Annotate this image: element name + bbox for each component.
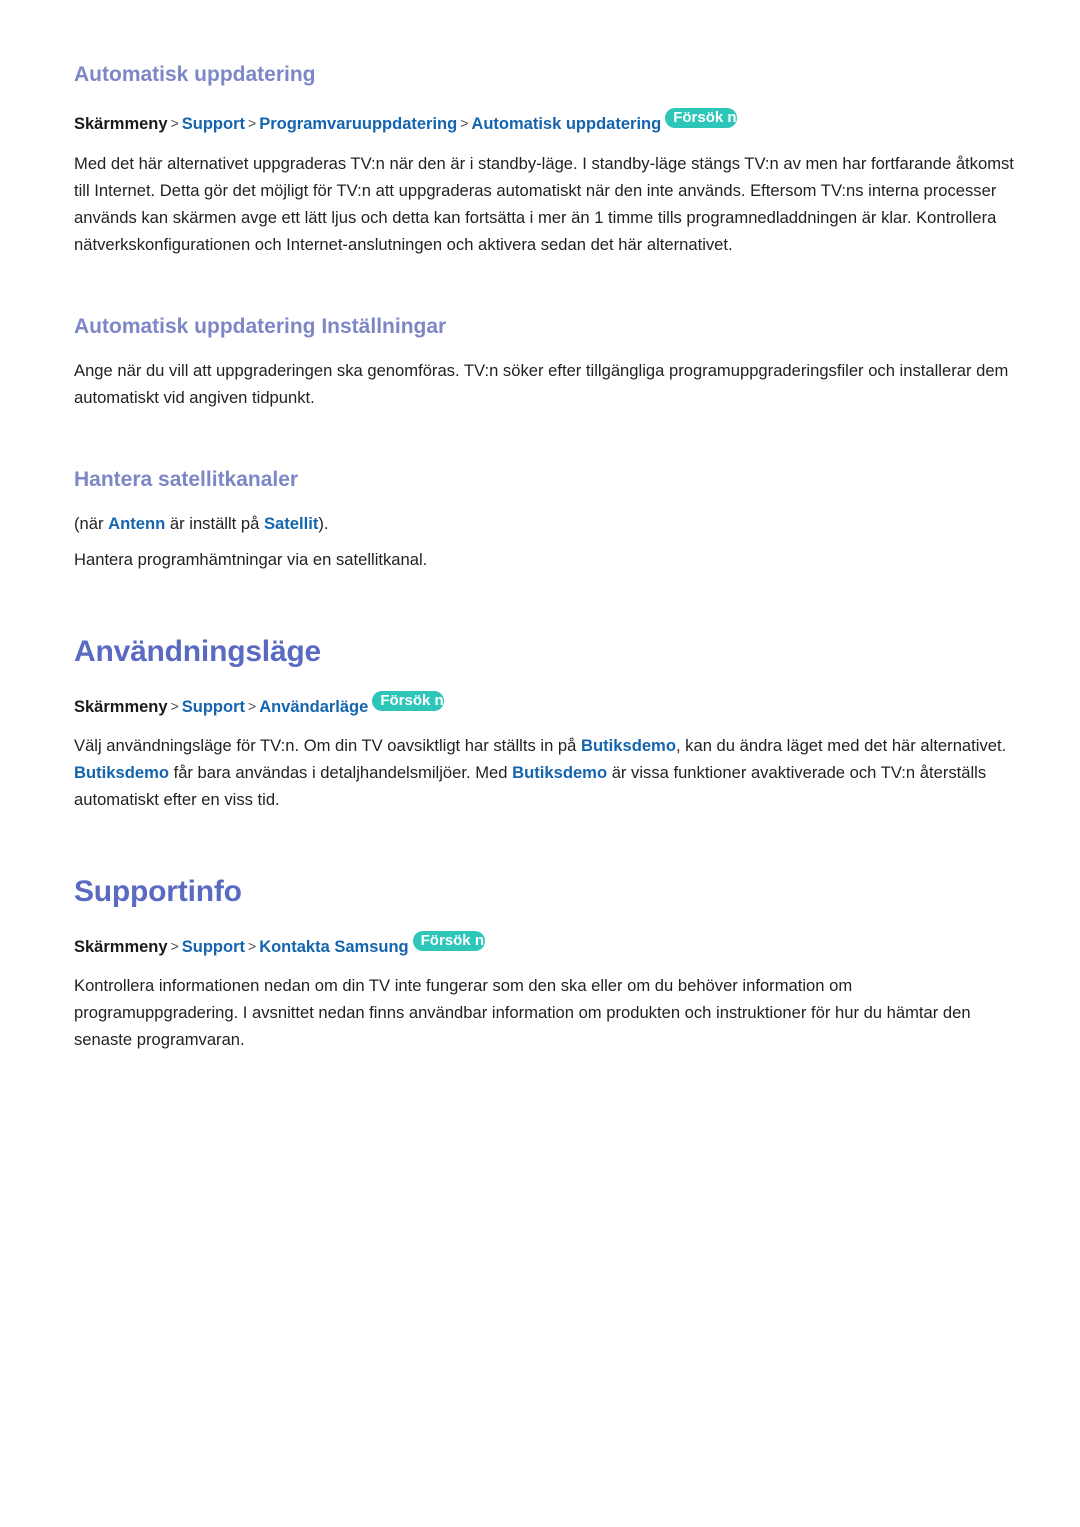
paragraph-part-1: Välj användningsläge för TV:n. Om din TV… bbox=[74, 736, 581, 756]
paragraph-part-3: får bara användas i detaljhandelsmiljöer… bbox=[168, 763, 513, 783]
link-antenn[interactable]: Antenn bbox=[108, 514, 165, 533]
highlight-butiksdemo-3[interactable]: Butiksdemo bbox=[512, 763, 607, 782]
condition-suffix: ). bbox=[318, 514, 329, 534]
breadcrumb-root: Skärmmeny bbox=[74, 697, 168, 716]
breadcrumb-root: Skärmmeny bbox=[74, 937, 168, 956]
try-now-badge[interactable]: Försök nu bbox=[412, 930, 485, 951]
breadcrumb-anvandningslage: Skärmmeny>Support>AnvändarlägeFörsök nu bbox=[74, 690, 1014, 718]
paragraph-supportinfo: Kontrollera informationen nedan om din T… bbox=[74, 976, 971, 1050]
heading-anvandningslage: Användningsläge bbox=[74, 635, 322, 669]
section-automatisk-uppdatering: Automatisk uppdatering Skärmmeny > Support… bbox=[74, 62, 1014, 258]
paragraph-automatisk-uppdatering-installningar: Ange när du vill att uppgraderingen ska … bbox=[74, 361, 1009, 407]
paragraph-part-2: , kan du ändra läget med det här alterna… bbox=[675, 736, 1007, 756]
breadcrumb-separator: > bbox=[460, 115, 469, 132]
breadcrumb-link-support[interactable]: Support bbox=[182, 938, 245, 956]
paragraph-satellit-villkor: (när Antenn är inställt på Satellit). bbox=[74, 510, 1014, 537]
try-now-badge[interactable]: Försök nu bbox=[372, 690, 445, 711]
paragraph-anvandningslage: Välj användningsläge för TV:n. Om din TV… bbox=[74, 732, 1014, 813]
breadcrumb-separator: > bbox=[170, 937, 179, 954]
highlight-butiksdemo-2[interactable]: Butiksdemo bbox=[74, 763, 169, 782]
breadcrumb-link-support[interactable]: Support bbox=[182, 115, 245, 133]
breadcrumb-link-support[interactable]: Support bbox=[182, 698, 245, 716]
breadcrumb-link-anvandarlage[interactable]: Användarläge bbox=[259, 698, 368, 716]
section-supportinfo: Supportinfo Skärmmeny > Support > Kontakta S… bbox=[74, 875, 1014, 1053]
heading-supportinfo: Supportinfo bbox=[74, 875, 242, 909]
document-page: Automatisk uppdatering Skärmmeny > Support… bbox=[0, 0, 1080, 1527]
try-now-badge[interactable]: Försök nu bbox=[665, 108, 738, 129]
link-satellit[interactable]: Satellit bbox=[264, 514, 318, 533]
breadcrumb-separator: > bbox=[248, 937, 257, 954]
condition-middle: är inställt på bbox=[165, 514, 264, 534]
heading-automatisk-uppdatering: Automatisk uppdatering bbox=[74, 63, 316, 86]
highlight-butiksdemo-1[interactable]: Butiksdemo bbox=[581, 736, 676, 755]
breadcrumb-link-automatisk-uppdatering[interactable]: Automatisk uppdatering bbox=[471, 115, 661, 133]
breadcrumb-separator: > bbox=[170, 115, 179, 132]
heading-automatisk-uppdatering-installningar: Automatisk uppdatering Inställningar bbox=[74, 314, 447, 338]
section-hantera-satellitkanaler: Hantera satellitkanaler (när Antenn är i… bbox=[74, 467, 1014, 573]
breadcrumb-separator: > bbox=[248, 697, 257, 714]
breadcrumb-root: Skärmmeny bbox=[74, 115, 168, 134]
breadcrumb-link-kontakta-samsung[interactable]: Kontakta Samsung bbox=[259, 938, 408, 956]
breadcrumb-link-programvaruuppdatering[interactable]: Programvaruuppdatering bbox=[259, 115, 457, 133]
condition-prefix: (när bbox=[74, 514, 109, 534]
breadcrumb-separator: > bbox=[170, 697, 179, 714]
breadcrumb-supportinfo: Skärmmeny > Support > Kontakta Samsung Försök… bbox=[74, 930, 1014, 958]
heading-hantera-satellitkanaler: Hantera satellitkanaler bbox=[74, 468, 299, 491]
document-content: Automatisk uppdatering Skärmmeny > Support… bbox=[74, 62, 1014, 1053]
breadcrumb-separator: > bbox=[248, 115, 257, 132]
paragraph-automatisk-uppdatering: Med det här alternativet uppgraderas TV:… bbox=[74, 153, 1014, 254]
breadcrumb-automatisk-uppdatering: Skärmmeny > Support > Programvaruuppdatering… bbox=[74, 108, 1014, 135]
section-automatisk-uppdatering-installningar: Automatisk uppdatering Inställningar Ang… bbox=[74, 314, 1014, 411]
section-anvandningslage: Användningsläge Skärmmeny > Support > Använd… bbox=[74, 635, 1014, 813]
paragraph-hantera-satellitkanaler: Hantera programhämtningar via en satelli… bbox=[74, 550, 428, 570]
